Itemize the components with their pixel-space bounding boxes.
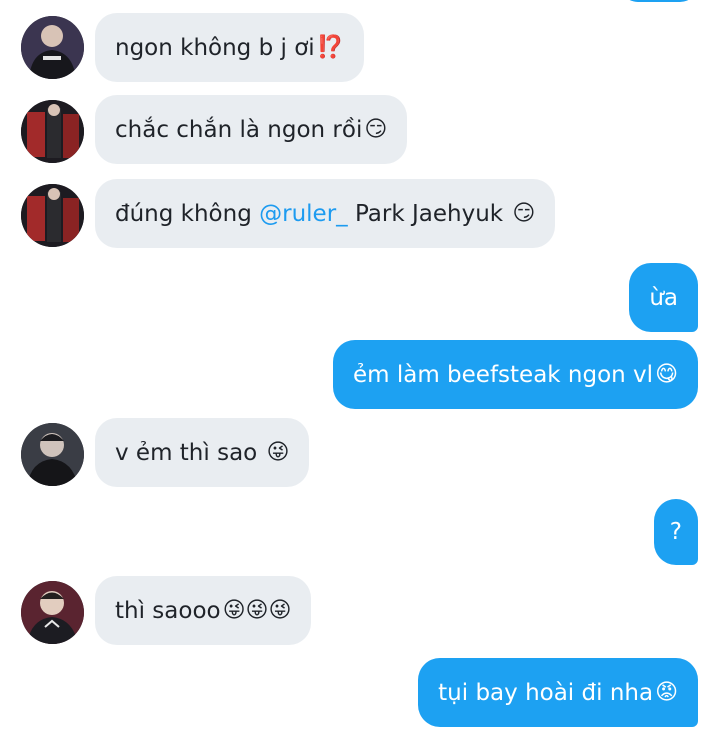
avatar-photo-icon xyxy=(21,16,84,79)
avatar-photo-icon xyxy=(21,423,84,486)
avatar[interactable] xyxy=(21,184,84,247)
message-text: đúng không xyxy=(115,200,260,227)
message-bubble[interactable]: thì saooo 😜😜😜 xyxy=(95,576,312,645)
avatar[interactable] xyxy=(21,581,84,644)
message-bubble[interactable]: tụi bay hoài đi nha 😡 xyxy=(418,658,698,727)
message-bubble[interactable]: chắc chắn là ngon rồi 😏 xyxy=(95,95,408,164)
previous-outgoing-bubble xyxy=(620,0,698,2)
avatar[interactable] xyxy=(21,16,84,79)
message-text: v ẻm thì sao xyxy=(115,439,265,466)
message-emoji: 😋 xyxy=(655,361,678,387)
message-emoji: 😏 xyxy=(364,116,388,142)
message-text: ừa xyxy=(649,284,678,311)
message-bubble[interactable]: ? xyxy=(653,499,698,565)
message-bubble[interactable]: đúng không @ruler_ Park Jaehyuk 😏 xyxy=(95,179,556,248)
message-emoji: 😜 xyxy=(266,439,290,465)
message-text: thì saooo xyxy=(115,597,221,624)
message-bubble[interactable]: ngon không b j ơi ⁉️ xyxy=(95,13,365,82)
message-text: tụi bay hoài đi nha xyxy=(438,679,654,706)
avatar-photo-icon xyxy=(21,184,84,247)
avatar[interactable] xyxy=(21,423,84,486)
message-bubble[interactable]: v ẻm thì sao 😜 xyxy=(95,418,310,487)
message-text: ẻm làm beefsteak ngon vl xyxy=(352,361,654,388)
avatar-photo-icon xyxy=(21,581,84,644)
message-text: chắc chắn là ngon rồi xyxy=(115,116,363,143)
message-text: ? xyxy=(669,519,682,545)
message-text: ngon không b j ơi xyxy=(115,34,315,61)
message-emoji: 😜😜😜 xyxy=(222,597,292,623)
message-emoji: 😡 xyxy=(655,679,678,705)
avatar-photo-icon xyxy=(21,100,84,163)
message-text: Park Jaehyuk xyxy=(347,200,511,227)
message-bubble[interactable]: ừa xyxy=(629,263,698,332)
mention-link[interactable]: @ruler_ xyxy=(259,201,348,227)
message-emoji: 😏 xyxy=(512,200,536,226)
message-bubble[interactable]: ẻm làm beefsteak ngon vl 😋 xyxy=(332,340,698,409)
avatar[interactable] xyxy=(21,100,84,163)
message-emoji: ⁉️ xyxy=(316,34,345,60)
